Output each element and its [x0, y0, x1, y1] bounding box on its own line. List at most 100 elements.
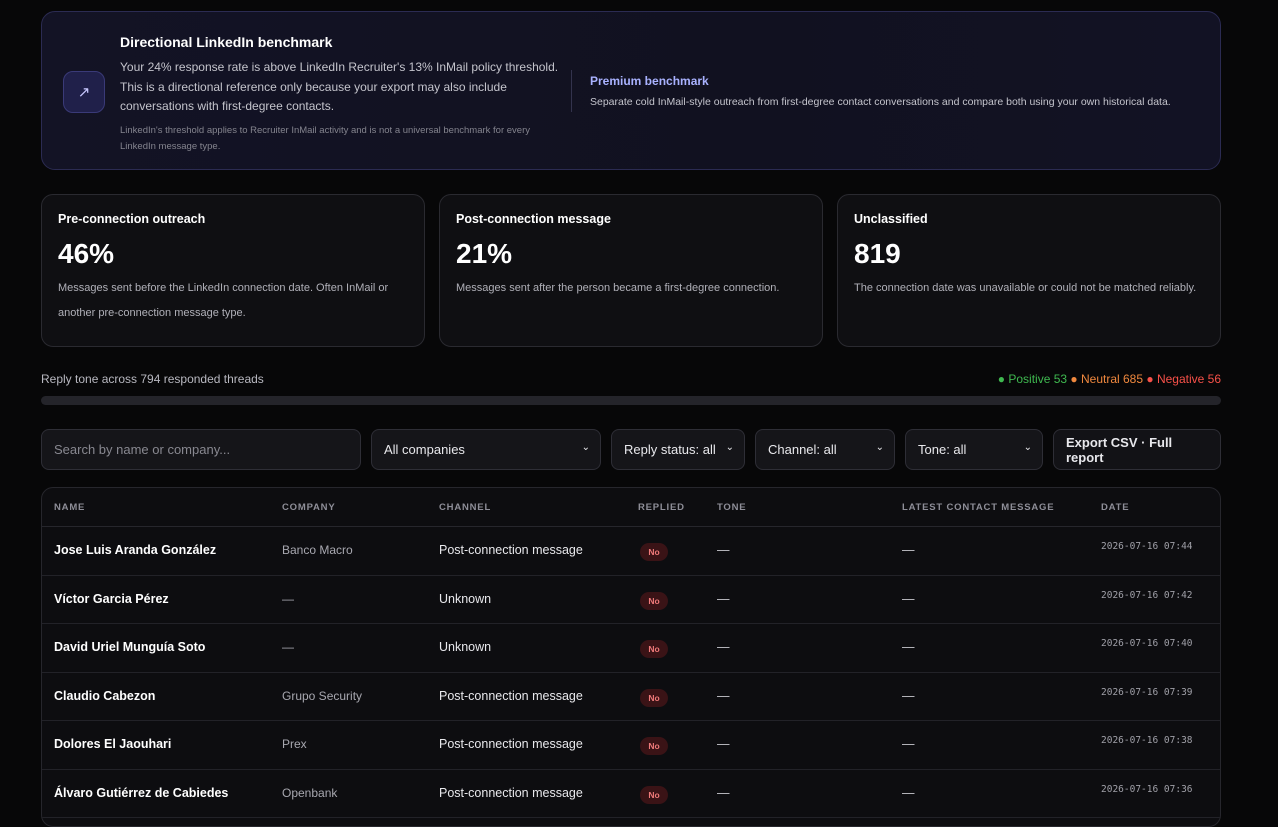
chevron-down-icon: ⌄: [725, 442, 734, 453]
card-description: Messages sent before the LinkedIn connec…: [58, 282, 389, 319]
card-title: Pre-connection outreach: [58, 212, 206, 226]
column-header-latest-message[interactable]: LATEST CONTACT MESSAGE: [902, 502, 1054, 513]
table-header: NAME COMPANY CHANNEL REPLIED TONE LATEST…: [42, 488, 1220, 527]
card-post-connection: Post-connection message 21% Messages sen…: [439, 194, 823, 347]
contact-channel: Post-connection message: [439, 737, 583, 751]
latest-contact-message: —: [902, 543, 915, 557]
card-description: The connection date was unavailable or c…: [854, 282, 1197, 294]
legend-positive: ● Positive 53: [997, 372, 1068, 386]
column-header-tone[interactable]: TONE: [717, 502, 746, 513]
contact-company: Prex: [282, 737, 307, 751]
contact-tone: —: [717, 688, 730, 703]
contact-tone: —: [717, 591, 730, 606]
replied-badge: No: [640, 640, 668, 658]
benchmark-text: Your 24% response rate is above LinkedIn…: [120, 60, 559, 113]
card-value: 46%: [58, 238, 115, 269]
card-description: Messages sent after the person became a …: [456, 282, 780, 294]
chevron-down-icon: ⌄: [875, 442, 884, 453]
replied-badge: No: [640, 785, 668, 804]
latest-contact-message: —: [902, 640, 915, 654]
tone-select[interactable]: Tone: all ⌄: [905, 429, 1043, 470]
contact-company: —: [282, 591, 294, 606]
replied-badge: No: [640, 737, 668, 755]
contact-tone: —: [717, 640, 730, 654]
contact-name: Álvaro Gutiérrez de Cabiedes: [54, 785, 229, 800]
column-header-replied[interactable]: REPLIED: [638, 502, 685, 513]
premium-benchmark-text: Separate cold InMail-style outreach from…: [590, 96, 1171, 108]
card-pre-connection: Pre-connection outreach 46% Messages sen…: [41, 194, 425, 347]
tone-bar: [41, 396, 1221, 405]
table-body: Jose Luis Aranda González Banco Macro Post…: [42, 527, 1220, 818]
chevron-down-icon: ⌄: [581, 442, 590, 453]
column-header-channel[interactable]: CHANNEL: [439, 502, 491, 513]
company-select[interactable]: All companies ⌄: [371, 429, 601, 470]
reply-tone-section: Reply tone across 794 responded threads …: [41, 372, 1221, 405]
arrow-up-right-icon: ↗: [63, 71, 105, 113]
contact-name: David Uriel Munguía Soto: [54, 640, 206, 654]
card-value: 819: [854, 238, 901, 269]
column-header-date[interactable]: DATE: [1101, 502, 1129, 513]
contact-channel: Post-connection message: [439, 785, 583, 800]
channel-select-value: Channel: all: [768, 442, 837, 457]
contact-company: Openbank: [282, 785, 338, 800]
replied-badge: No: [640, 688, 668, 707]
dashboard: ↗ Directional LinkedIn benchmark Your 24…: [41, 11, 1221, 827]
column-header-name[interactable]: NAME: [54, 502, 85, 513]
company-select-value: All companies: [384, 442, 465, 457]
contact-name: Víctor Garcia Pérez: [54, 591, 169, 606]
contact-channel: Post-connection message: [439, 688, 583, 703]
contact-company: Banco Macro: [282, 543, 353, 557]
contact-date: 2026-07-16 07:39: [1101, 686, 1193, 698]
search-input[interactable]: Search by name or company...: [41, 429, 361, 470]
tone-legend: ● Positive 53 ● Neutral 685 ● Negative 5…: [998, 372, 1221, 386]
contact-date: 2026-07-16 07:42: [1101, 589, 1193, 601]
latest-contact-message: —: [902, 688, 915, 703]
column-header-company[interactable]: COMPANY: [282, 502, 335, 513]
card-title: Unclassified: [854, 212, 928, 226]
latest-contact-message: —: [902, 785, 915, 800]
channel-select[interactable]: Channel: all ⌄: [755, 429, 895, 470]
legend-negative: ● Negative 56: [1146, 372, 1221, 386]
table-row[interactable]: Jose Luis Aranda González Banco Macro Post…: [42, 527, 1220, 576]
contact-tone: —: [717, 785, 730, 800]
premium-benchmark-title: Premium benchmark: [590, 74, 709, 88]
chevron-down-icon: ⌄: [1023, 442, 1032, 453]
benchmark-divider: [571, 70, 572, 112]
replied-badge: No: [640, 591, 668, 610]
table-row[interactable]: David Uriel Munguía Soto — Unknown No — — 2026…: [42, 624, 1220, 673]
tone-select-value: Tone: all: [918, 442, 967, 457]
replied-badge: No: [640, 543, 668, 561]
contact-channel: Unknown: [439, 591, 492, 606]
export-csv-button[interactable]: Export CSV · Full report: [1053, 429, 1221, 470]
benchmark-title: Directional LinkedIn benchmark: [120, 34, 333, 50]
table-row[interactable]: Dolores El Jaouhari Prex Post-connection m…: [42, 721, 1220, 770]
contact-tone: —: [717, 543, 730, 557]
contact-tone: —: [717, 737, 730, 751]
contact-name: Claudio Cabezon: [54, 688, 156, 703]
reply-status-select[interactable]: Reply status: all ⌄: [611, 429, 745, 470]
table-row[interactable]: Álvaro Gutiérrez de Cabiedes Openbank Post…: [42, 770, 1220, 818]
contact-date: 2026-07-16 07:44: [1101, 541, 1193, 552]
legend-neutral: ● Neutral 685: [1070, 372, 1144, 386]
contact-name: Dolores El Jaouhari: [54, 737, 172, 751]
card-unclassified: Unclassified 819 The connection date was…: [837, 194, 1221, 347]
contact-channel: Unknown: [439, 640, 492, 654]
table-row[interactable]: Claudio Cabezon Grupo Security Post-connec…: [42, 673, 1220, 721]
contact-name: Jose Luis Aranda González: [54, 543, 217, 557]
stat-cards: Pre-connection outreach 46% Messages sen…: [41, 194, 1221, 348]
contact-date: 2026-07-16 07:40: [1101, 638, 1193, 649]
card-title: Post-connection message: [456, 212, 611, 226]
benchmark-panel: ↗ Directional LinkedIn benchmark Your 24…: [41, 11, 1221, 170]
latest-contact-message: —: [902, 737, 915, 751]
contact-channel: Post-connection message: [439, 543, 583, 557]
filter-bar: Search by name or company... All compani…: [41, 429, 1221, 470]
contact-company: Grupo Security: [282, 688, 363, 703]
benchmark-note: LinkedIn's threshold applies to Recruite…: [120, 125, 530, 152]
contact-date: 2026-07-16 07:38: [1101, 735, 1193, 746]
contact-company: —: [282, 640, 294, 654]
card-value: 21%: [456, 238, 513, 269]
contact-date: 2026-07-16 07:36: [1101, 783, 1193, 795]
contacts-table: NAME COMPANY CHANNEL REPLIED TONE LATEST…: [41, 487, 1221, 827]
latest-contact-message: —: [902, 591, 915, 606]
table-row[interactable]: Víctor Garcia Pérez — Unknown No — — 2026-07-1…: [42, 576, 1220, 624]
